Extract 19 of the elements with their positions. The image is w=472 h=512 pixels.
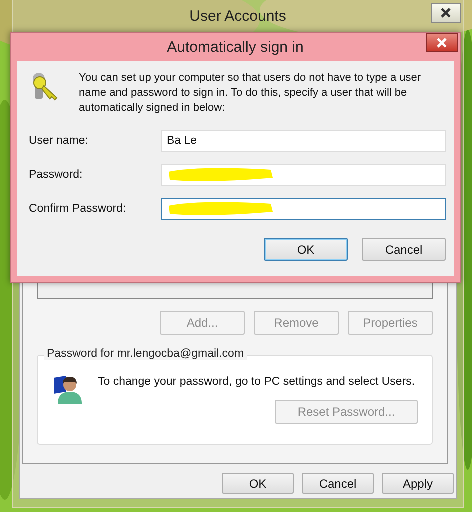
- dialog-button[interactable]: OK: [222, 473, 294, 494]
- field-label: Confirm Password:: [29, 203, 128, 215]
- close-button[interactable]: [426, 33, 458, 52]
- dialog-button[interactable]: Apply: [382, 473, 454, 494]
- close-icon: [441, 8, 451, 18]
- dialog-message: You can set up your computer so that users do not have to type a user name and password to sign in. To do this, specify a user that will be automatically signed in below:: [79, 71, 422, 116]
- field-label: Password:: [29, 169, 84, 181]
- dialog-button[interactable]: Cancel: [302, 473, 374, 494]
- dialog-button[interactable]: Cancel: [362, 238, 446, 261]
- input-field[interactable]: Ba Le: [161, 130, 446, 152]
- group-legend: Password for mr.lengocba@gmail.com: [44, 348, 248, 360]
- close-button[interactable]: [431, 3, 461, 23]
- field-label: User name:: [29, 135, 90, 147]
- window-title: User Accounts: [190, 8, 286, 24]
- group-message: To change your password, go to PC settings and select Users.: [98, 376, 416, 388]
- input-field[interactable]: [161, 198, 446, 220]
- dialog-title: Automatically sign in: [167, 38, 304, 56]
- close-icon: [437, 38, 447, 48]
- dialog-button[interactable]: OK: [264, 238, 348, 261]
